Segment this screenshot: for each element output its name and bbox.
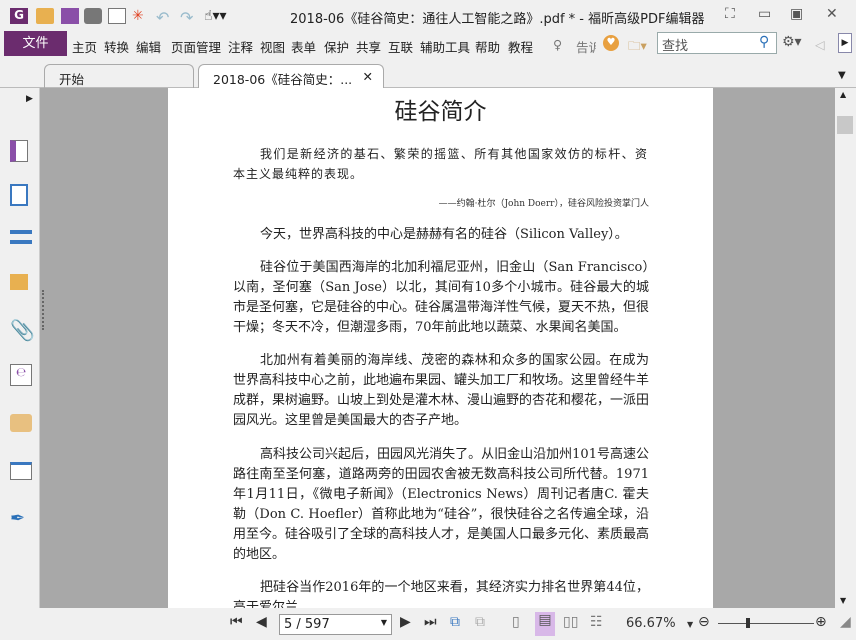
new-doc-icon[interactable]: ✳ xyxy=(132,8,150,24)
menu-connect[interactable]: 互联 xyxy=(388,37,413,56)
close-window-button[interactable]: ✕ xyxy=(826,6,838,22)
attachment-icon[interactable]: 📎 xyxy=(10,318,35,342)
certify-pen-icon[interactable]: ✒ xyxy=(10,508,32,530)
epigraph-attribution: ——约翰·杜尔（John Doerr），硅谷风险投资掌门人 xyxy=(438,199,649,209)
vertical-scrollbar[interactable]: ▲ ▼ xyxy=(835,88,856,608)
page-dropdown-icon[interactable]: ▼ xyxy=(381,618,387,627)
security-lock-icon[interactable] xyxy=(10,414,32,432)
title-bar: G ✳ ↶ ↷ ☝▾▾ 2018-06《硅谷简史：通往人工智能之路》.pdf *… xyxy=(0,0,856,32)
layers-icon[interactable] xyxy=(10,230,32,244)
print-icon[interactable] xyxy=(84,8,102,24)
scroll-up-icon[interactable]: ▲ xyxy=(840,90,846,99)
tell-me[interactable]: 告诉 xyxy=(576,37,596,56)
previous-page-icon[interactable]: ◀ xyxy=(256,614,267,630)
pages-icon[interactable] xyxy=(10,184,28,206)
tab-document-label: 2018-06《硅谷简史：... xyxy=(213,72,353,87)
menu-share[interactable]: 共享 xyxy=(356,37,381,56)
tab-document[interactable]: 2018-06《硅谷简史：... ✕ xyxy=(198,64,384,89)
minimize-button[interactable]: ▭ xyxy=(758,6,771,22)
tab-start[interactable]: 开始 xyxy=(44,64,194,88)
menu-page-manage[interactable]: 页面管理 xyxy=(171,37,221,56)
navigation-sidebar: ▶ 📎 ℮ ✒ xyxy=(0,88,40,608)
next-page-icon[interactable]: ▶ xyxy=(400,614,411,630)
maximize-button[interactable]: ▣ xyxy=(790,6,803,22)
menu-edit[interactable]: 编辑 xyxy=(136,37,161,56)
continuous-facing-icon[interactable]: ☷ xyxy=(590,614,603,630)
folder-search-icon[interactable]: 🗀▾ xyxy=(628,37,647,58)
scroll-left-icon[interactable]: ◁ xyxy=(815,37,825,52)
page-heading: 硅谷简介 xyxy=(394,99,487,125)
next-view-icon[interactable]: ⧉ xyxy=(475,614,485,630)
paragraph: 高科技公司兴起后，田园风光消失了。从旧金山沿加州101号高速公路往南至圣何塞，道… xyxy=(233,447,650,562)
menu-help[interactable]: 帮助 xyxy=(475,37,500,56)
scrollbar-thumb[interactable] xyxy=(837,116,853,134)
facing-pages-icon[interactable]: ▯▯ xyxy=(563,614,578,630)
app-logo-icon: G xyxy=(10,8,28,24)
expand-sidebar-icon[interactable]: ▶ xyxy=(26,94,33,104)
zoom-out-icon[interactable]: ⊖ xyxy=(698,614,710,630)
save-icon[interactable] xyxy=(61,8,79,24)
fullscreen-icon[interactable]: ⛶ xyxy=(725,6,735,22)
menu-protect[interactable]: 保护 xyxy=(324,37,349,56)
signature-icon[interactable]: ℮ xyxy=(10,364,32,386)
open-folder-icon[interactable] xyxy=(36,8,54,24)
email-icon[interactable] xyxy=(108,8,126,24)
window-title: 2018-06《硅谷简史：通往人工智能之路》.pdf * - 福昕高级PDF编辑… xyxy=(290,12,705,27)
menu-convert[interactable]: 转换 xyxy=(104,37,129,56)
paragraph: 北加州有着美丽的海岸线、茂密的森林和众多的国家公园。在成为世界高科技中心之前，此… xyxy=(233,353,650,428)
redo-icon[interactable]: ↷ xyxy=(180,8,198,27)
epigraph-quote: 我们是新经济的基石、繁荣的摇篮、所有其他国家效仿的标杆、资本主义最纯粹的表现。 xyxy=(233,147,648,181)
continuous-page-icon[interactable]: ▤ xyxy=(535,612,555,636)
lightbulb-icon[interactable]: ♀ xyxy=(553,37,562,52)
page-number-value: 5 / 597 xyxy=(284,617,330,632)
paragraph: 硅谷位于美国西海岸的北加利福尼亚州，旧金山（San Francisco）以南，圣… xyxy=(233,260,650,335)
heart-icon[interactable]: ♥ xyxy=(603,35,619,51)
zoom-slider-thumb[interactable] xyxy=(746,618,750,628)
zoom-slider[interactable] xyxy=(718,623,814,624)
paragraph: 今天，世界高科技的中心是赫赫有名的硅谷（Silicon Valley）。 xyxy=(260,227,628,242)
resize-grip-icon[interactable]: ◢ xyxy=(840,614,851,630)
menu-home[interactable]: 主页 xyxy=(72,37,97,56)
bookmark-icon[interactable] xyxy=(10,140,28,162)
menu-form[interactable]: 表单 xyxy=(291,37,316,56)
file-menu-button[interactable]: 文件 xyxy=(4,31,67,56)
menu-comment[interactable]: 注释 xyxy=(228,37,253,56)
page-number-input[interactable]: 5 / 597 ▼ xyxy=(279,614,392,635)
single-page-icon[interactable]: ▯ xyxy=(512,614,520,630)
scroll-right-button[interactable]: ▶ xyxy=(838,33,852,53)
menu-accessibility[interactable]: 辅助工具 xyxy=(420,37,470,56)
settings-gear-icon[interactable]: ⚙▾ xyxy=(782,34,802,50)
paragraph: 把硅谷当作2016年的一个地区来看，其经济实力排名世界第44位，高于爱尔兰 xyxy=(233,580,649,608)
undo-icon[interactable]: ↶ xyxy=(156,8,174,27)
scroll-down-icon[interactable]: ▼ xyxy=(840,596,846,605)
zoom-in-icon[interactable]: ⊕ xyxy=(815,614,827,630)
search-icon[interactable]: ⚲ xyxy=(759,34,769,50)
close-tab-icon[interactable]: ✕ xyxy=(363,69,373,84)
form-fields-icon[interactable] xyxy=(10,462,32,480)
last-page-icon[interactable]: ⏭ xyxy=(424,614,437,630)
sidebar-resize-handle[interactable] xyxy=(42,290,46,330)
comments-icon[interactable] xyxy=(10,274,28,290)
first-page-icon[interactable]: ⏮ xyxy=(230,614,243,630)
tab-list-dropdown-icon[interactable]: ▼ xyxy=(838,70,846,81)
menu-view[interactable]: 视图 xyxy=(260,37,285,56)
hand-tool-icon[interactable]: ☝▾▾ xyxy=(204,8,238,24)
zoom-level[interactable]: 66.67% xyxy=(626,616,676,631)
menu-tutorial[interactable]: 教程 xyxy=(508,37,533,56)
pdf-page: 硅谷简介 我们是新经济的基石、繁荣的摇篮、所有其他国家效仿的标杆、资本主义最纯粹… xyxy=(168,88,713,608)
previous-view-icon[interactable]: ⧉ xyxy=(450,614,460,630)
zoom-dropdown-icon[interactable]: ▼ xyxy=(687,620,693,629)
